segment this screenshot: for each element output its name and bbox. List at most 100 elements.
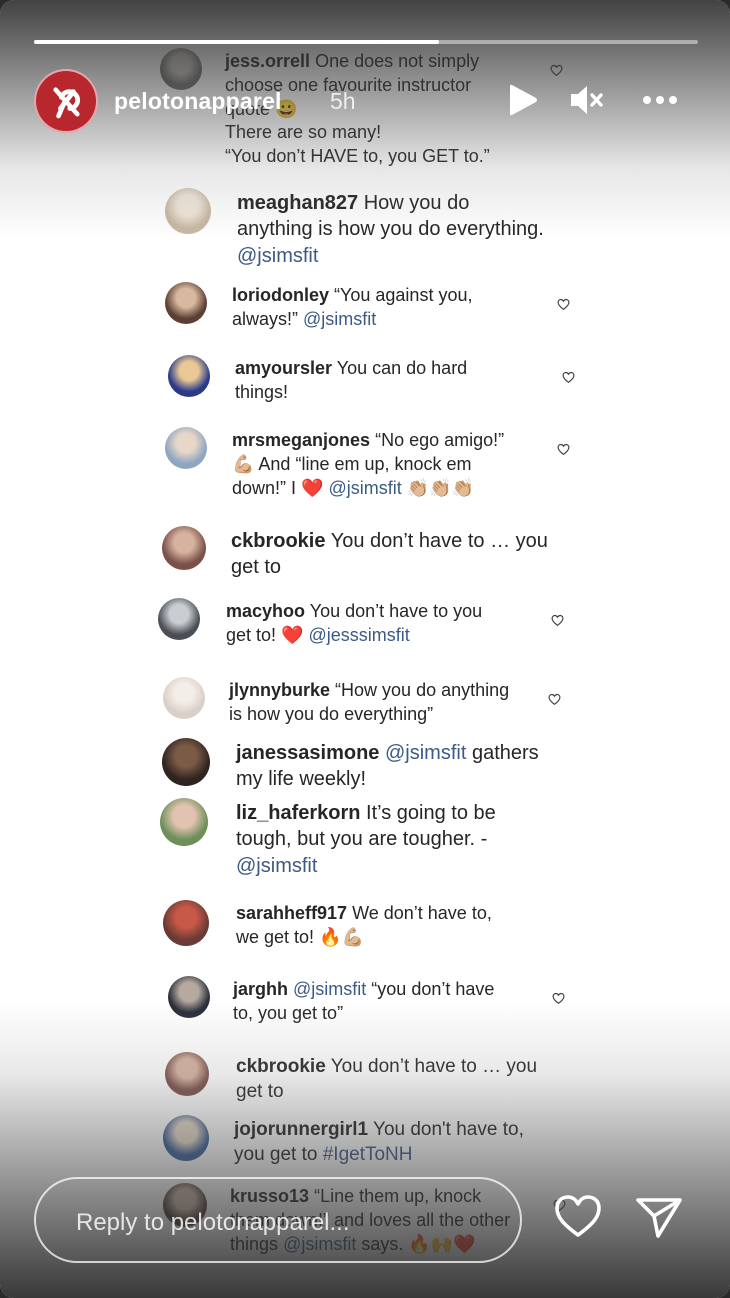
comment-username[interactable]: amyoursler: [235, 358, 332, 378]
comment-line: things!: [235, 381, 289, 402]
comment-username[interactable]: jojorunnergirl1: [234, 1119, 368, 1140]
comment-line: “You don’t HAVE to, you GET to.”: [225, 146, 490, 166]
comment-line: always!”: [232, 308, 299, 329]
comment-line: down!” I ❤️: [232, 477, 324, 498]
comment-like-heart-icon[interactable]: [552, 992, 565, 1005]
comment-avatar: [165, 282, 207, 324]
comment-username[interactable]: mrsmeganjones: [232, 430, 370, 450]
comment-text: meaghan827 How you do anything is how you…: [237, 190, 577, 269]
comment-username[interactable]: loriodonley: [232, 285, 329, 305]
comment-line: tough, but you are tougher. -: [236, 828, 488, 851]
comment-line: “No ego amigo!”: [375, 430, 505, 450]
profile-avatar[interactable]: [34, 69, 98, 133]
comment-like-heart-icon[interactable]: [562, 371, 575, 384]
comment-username[interactable]: janessasimone: [236, 742, 379, 764]
comment-username[interactable]: jlynnyburke: [229, 680, 330, 700]
comment-line: “You against you,: [334, 285, 473, 305]
story-username[interactable]: pelotonapparel: [114, 88, 282, 115]
more-icon: [643, 96, 677, 104]
comment-username[interactable]: jarghh: [233, 979, 288, 999]
comment-text: ckbrookie You don’t have to … you get to: [236, 1054, 566, 1104]
comment-line: “you don’t have: [366, 979, 495, 999]
share-button[interactable]: [634, 1192, 684, 1242]
reply-input[interactable]: Reply to pelotonapparel...: [34, 1177, 522, 1263]
comment-line: we get to! 🔥💪🏼: [236, 926, 364, 947]
comment-screenshot-collage: jess.orrell One does not simply choose on…: [0, 0, 730, 1298]
comment-text: jojorunnergirl1 You don't have to, you ge…: [234, 1117, 564, 1167]
comment-line: You can do hard: [336, 358, 468, 378]
comment-avatar: [160, 48, 202, 90]
reply-placeholder: Reply to pelotonapparel...: [76, 1209, 350, 1236]
comment-username[interactable]: liz_haferkorn: [236, 802, 360, 824]
mute-button[interactable]: [567, 80, 607, 120]
send-icon: [636, 1198, 682, 1238]
comment-username[interactable]: ckbrookie: [231, 530, 325, 552]
comment-username[interactable]: sarahheff917: [236, 903, 347, 923]
comment-avatar: [158, 598, 200, 640]
comment-username[interactable]: meaghan827: [237, 192, 358, 214]
comment-avatar: [160, 798, 208, 846]
comment-avatar: [168, 976, 210, 1018]
play-icon: [510, 84, 537, 116]
comment-username[interactable]: macyhoo: [226, 601, 305, 621]
comment-username[interactable]: ckbrookie: [236, 1056, 326, 1077]
story-progress-bar: [34, 40, 698, 44]
comment-line: 💪🏼 And “line em up, knock em: [232, 453, 472, 474]
comment-avatar: [165, 427, 207, 469]
comment-line: anything is how you do everything.: [237, 218, 544, 241]
comment-username[interactable]: jess.orrell: [225, 51, 310, 71]
comment-text: macyhoo You don’t have to you get to! ❤️ …: [226, 600, 526, 648]
comment-line: You don't have to,: [373, 1119, 524, 1140]
heart-icon: [555, 1195, 601, 1237]
comment-text: janessasimone @jsimsfit gathers my life w…: [236, 740, 576, 793]
comment-text: liz_haferkorn It’s going to be tough, but…: [236, 800, 556, 879]
comment-mention[interactable]: @jsimsfit: [293, 979, 366, 999]
comment-like-heart-icon[interactable]: [548, 693, 561, 706]
comment-line: You don’t have to you: [309, 601, 483, 621]
comment-line: One does not simply: [315, 51, 480, 71]
comment-avatar: [168, 355, 210, 397]
comment-mention[interactable]: @jsimsfit: [236, 855, 317, 877]
comment-like-heart-icon[interactable]: [550, 64, 563, 77]
comment-avatar: [163, 677, 205, 719]
comment-text: jarghh @jsimsfit “you don’t have to, you …: [233, 978, 533, 1026]
comment-avatar: [163, 1115, 209, 1161]
comment-like-heart-icon[interactable]: [557, 443, 570, 456]
comment-text: amyoursler You can do hard things!: [235, 357, 535, 405]
story-timestamp: 5h: [330, 88, 356, 114]
comment-avatar: [162, 738, 210, 786]
peloton-logo-icon: [37, 72, 95, 130]
comment-line: get to: [236, 1081, 284, 1103]
comment-mention[interactable]: @jsimsfit: [385, 742, 466, 764]
comment-mention[interactable]: @jesssimsfit: [308, 625, 409, 645]
comment-text: ckbrookie You don’t have to … you get to: [231, 528, 571, 581]
play-button[interactable]: [503, 80, 543, 120]
comment-mention[interactable]: #IgetToNH: [323, 1144, 413, 1165]
comment-avatar: [162, 526, 206, 570]
comment-text: sarahheff917 We don’t have to, we get to!…: [236, 902, 546, 950]
more-options-button[interactable]: [640, 80, 680, 120]
comment-line: It’s going to be: [366, 802, 496, 824]
comment-text: loriodonley “You against you, always!” @j…: [232, 284, 532, 332]
comment-avatar: [165, 1052, 209, 1096]
comment-avatar: [163, 900, 209, 946]
comment-line: There are so many!: [225, 122, 382, 143]
comment-like-heart-icon[interactable]: [557, 298, 570, 311]
comment-line: We don’t have to,: [352, 903, 492, 923]
comment-line: you get to: [234, 1144, 318, 1166]
comment-line: How you do: [363, 192, 470, 214]
comment-mention[interactable]: @jsimsfit: [328, 478, 401, 498]
like-button[interactable]: [553, 1192, 603, 1242]
comment-suffix: 👏🏼👏🏼👏🏼: [401, 477, 474, 498]
comment-line: You don’t have to … you: [330, 1056, 538, 1077]
comment-mention[interactable]: @jsimsfit: [303, 309, 376, 329]
story-frame: jess.orrell One does not simply choose on…: [0, 0, 730, 1298]
comment-mention[interactable]: @jsimsfit: [237, 245, 318, 267]
comment-avatar: [165, 188, 211, 234]
comment-line: to, you get to”: [233, 1002, 344, 1023]
comment-line: get to! ❤️: [226, 624, 304, 645]
comment-like-heart-icon[interactable]: [551, 614, 564, 627]
comment-text: jlynnyburke “How you do anything is how y…: [229, 679, 539, 727]
comment-line: my life weekly!: [236, 768, 367, 791]
comment-line: gathers: [466, 742, 539, 764]
